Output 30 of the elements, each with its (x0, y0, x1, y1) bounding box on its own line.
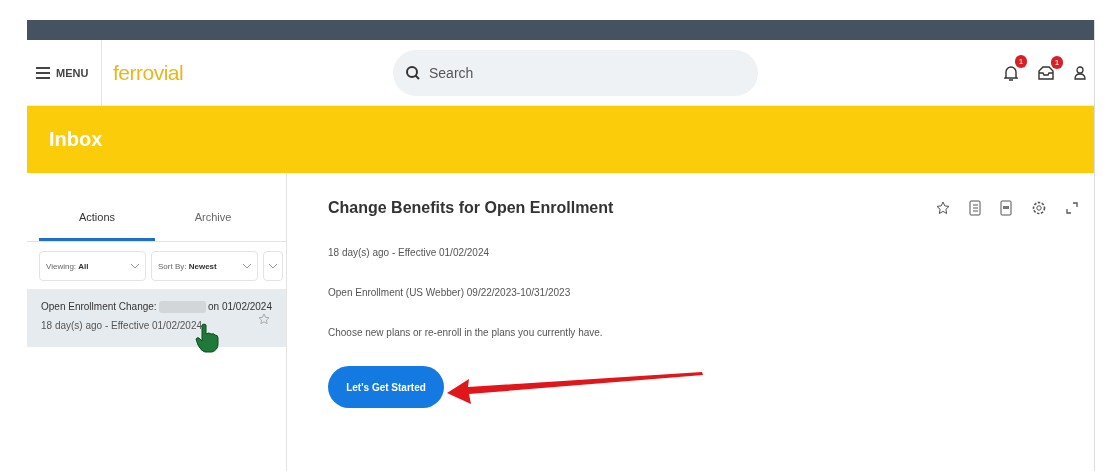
menu-icon (36, 66, 50, 79)
bell-icon[interactable] (1004, 63, 1018, 82)
tab[interactable]: Actions (39, 195, 155, 241)
item-title: Open Enrollment Change: (41, 301, 157, 313)
chevron-down-icon (243, 263, 251, 269)
star-icon[interactable] (936, 201, 950, 215)
expand-icon[interactable] (1066, 202, 1078, 214)
search-field[interactable]: Search (393, 49, 758, 96)
task-instruction: Choose new plans or re-enroll in the plans you currently have. (328, 327, 604, 338)
settings-icon[interactable] (1031, 200, 1047, 216)
filter-dropdown[interactable]: Sort By: Newest (151, 251, 258, 281)
get-started-button[interactable]: Let's Get Started (328, 366, 444, 408)
chevron-down-icon (269, 263, 277, 269)
file-icon[interactable] (1000, 200, 1012, 216)
document-icon[interactable] (969, 200, 981, 216)
task-title: Change Benefits for Open Enrollment (328, 199, 614, 217)
enrollment-period: Open Enrollment (US Webber) 09/22/2023-10/31/2023 (328, 287, 572, 298)
page-title: Inbox (49, 128, 103, 151)
menu-button[interactable]: MENU (27, 40, 102, 105)
star-icon[interactable] (258, 313, 270, 325)
task-meta: 18 day(s) ago - Effective 01/02/2024 (328, 247, 491, 258)
notification-badge: 1 (1015, 54, 1027, 68)
inbox-tray-icon[interactable] (1038, 64, 1054, 81)
user-icon[interactable] (1074, 65, 1086, 80)
item-subtitle: 18 day(s) ago - Effective 01/02/2024 (41, 320, 204, 331)
filter-dropdown[interactable]: Viewing: All (39, 251, 146, 281)
chevron-down-icon (131, 263, 139, 269)
inbox-badge: 1 (1051, 55, 1063, 69)
tab[interactable]: Archive (155, 195, 271, 241)
item-date: on 01/02/2024 (208, 301, 272, 313)
